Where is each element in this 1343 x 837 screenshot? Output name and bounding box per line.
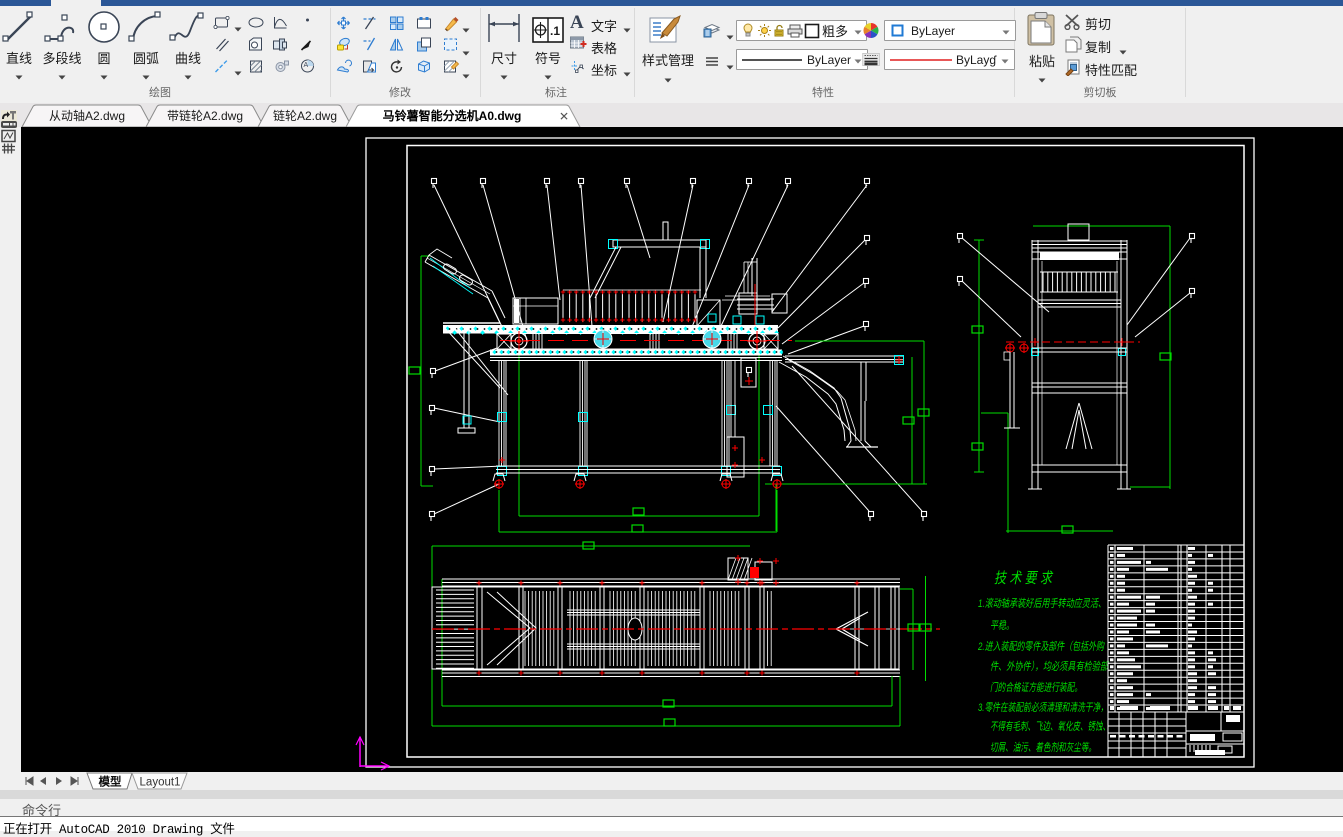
svg-text:3.零件在装配前必须清理和清洗干净，: 3.零件在装配前必须清理和清洗干净， <box>978 701 1108 714</box>
svg-text:技 术 要 求: 技 术 要 求 <box>994 570 1054 587</box>
svg-text:切屑、油污、着色剂和灰尘等。: 切屑、油污、着色剂和灰尘等。 <box>990 741 1096 754</box>
svg-text:带链轮A2.dwg: 带链轮A2.dwg <box>167 108 243 123</box>
svg-text:链轮A2.dwg: 链轮A2.dwg <box>273 108 337 123</box>
svg-text:2.进入装配的零件及部件（包括外购: 2.进入装配的零件及部件（包括外购 <box>977 640 1105 653</box>
svg-text:门的合格证方能进行装配。: 门的合格证方能进行装配。 <box>990 681 1082 694</box>
svg-text:Layout1: Layout1 <box>140 777 181 789</box>
svg-text:✕: ✕ <box>559 110 569 124</box>
svg-text:平稳。: 平稳。 <box>990 619 1014 632</box>
svg-text:1.滚动轴承装好后用手转动应灵活、: 1.滚动轴承装好后用手转动应灵活、 <box>978 597 1106 610</box>
svg-text:不得有毛刺、飞边、氧化皮、锈蚀、: 不得有毛刺、飞边、氧化皮、锈蚀、 <box>990 720 1110 733</box>
svg-text:A: A <box>304 62 309 69</box>
svg-text:从动轴A2.dwg: 从动轴A2.dwg <box>49 108 125 123</box>
svg-text:件、外协件），均必须具有检验部: 件、外协件），均必须具有检验部 <box>990 660 1109 673</box>
svg-text:模型: 模型 <box>99 775 122 789</box>
svg-text:马铃薯智能分选机A0.dwg: 马铃薯智能分选机A0.dwg <box>383 108 522 123</box>
svg-text:.1: .1 <box>550 24 560 38</box>
